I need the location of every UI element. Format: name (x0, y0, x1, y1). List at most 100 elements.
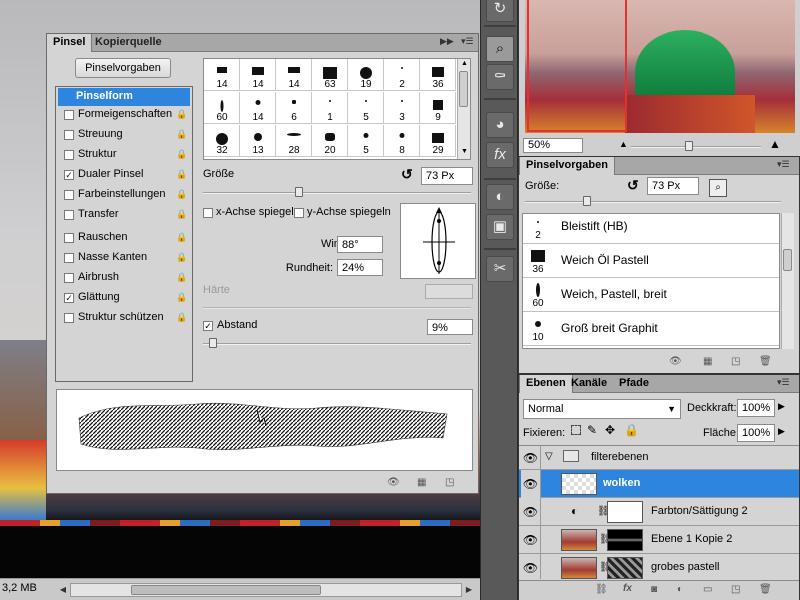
new-layer-icon[interactable]: ◳ (731, 584, 740, 595)
layer-farbton-saettigung[interactable]: 👁 ◐ ⛓ Farbton/Sättigung 2 (519, 498, 799, 526)
fill-input[interactable]: 100% (737, 424, 775, 442)
lock-icon[interactable]: 🔒 (176, 272, 187, 283)
zoom-slider[interactable] (631, 146, 761, 148)
reset-size-icon[interactable]: ↺ (401, 166, 413, 183)
scroll-right-arrow-icon[interactable]: ▶ (464, 584, 474, 596)
navigator-view-frame[interactable] (527, 0, 627, 132)
category-checkbox[interactable] (64, 233, 74, 243)
visibility-eye-icon[interactable]: 👁 (521, 498, 541, 526)
brush-category-item[interactable]: ✓ Dualer Pinsel 🔒 (58, 166, 190, 184)
brush-tip-cell[interactable]: 14 (240, 92, 276, 124)
tool-presets-icon[interactable]: ✂ (486, 256, 514, 282)
presets-scrollbar[interactable] (781, 213, 794, 349)
brush-category-item[interactable]: Airbrush 🔒 (58, 269, 190, 287)
brush-preset-item[interactable]: 60 Weich, Pastell, breit (523, 278, 779, 312)
category-checkbox[interactable] (64, 210, 74, 220)
category-checkbox[interactable] (64, 150, 74, 160)
presets-scroll-thumb[interactable] (783, 249, 792, 271)
group-expand-chevron-icon[interactable]: ▽ (545, 451, 553, 462)
brush-preset-item[interactable]: 10 Groß breit Graphit (523, 312, 779, 346)
lock-icon[interactable]: 🔒 (176, 189, 187, 200)
collapse-arrows-icon[interactable]: ▶▶ (440, 36, 454, 47)
category-checkbox[interactable] (64, 130, 74, 140)
lock-icon[interactable]: 🔒 (176, 129, 187, 140)
size-slider-knob[interactable] (295, 187, 303, 197)
opacity-arrow-icon[interactable]: ▶ (778, 401, 785, 412)
lock-transparency-icon[interactable] (571, 425, 581, 435)
category-checkbox[interactable]: ✓ (64, 293, 74, 303)
brush-tip-cell[interactable]: 20 (312, 125, 348, 157)
brush-tip-cell[interactable]: 14 (276, 59, 312, 91)
grid-toggle-icon[interactable]: ▦ (703, 356, 712, 367)
brush-tip-cell[interactable]: 8 (384, 125, 420, 157)
brush-tip-cell[interactable]: 14 (204, 59, 240, 91)
size-input[interactable]: 73 Px (421, 167, 473, 185)
reset-size-icon[interactable]: ↺ (627, 177, 639, 194)
category-checkbox[interactable] (64, 313, 74, 323)
panel-menu-icon[interactable]: ▾☰ (461, 36, 474, 47)
lock-icon[interactable]: 🔒 (176, 312, 187, 323)
brush-category-item[interactable]: Formeigenschaften 🔒 (58, 106, 190, 124)
grid-toggle-icon[interactable]: ▦ (417, 477, 426, 488)
panel-menu-icon[interactable]: ▾☰ (777, 377, 790, 388)
brush-tip-cell[interactable]: 9 (420, 92, 456, 124)
link-layers-icon[interactable]: ⛓ (595, 584, 608, 595)
tab-kanaele[interactable]: Kanäle (565, 375, 613, 393)
category-checkbox[interactable] (64, 110, 74, 120)
horizontal-scrollbar-thumb[interactable] (131, 585, 321, 595)
lock-icon[interactable]: 🔒 (176, 232, 187, 243)
horizontal-scrollbar[interactable] (70, 583, 462, 597)
scroll-up-arrow-icon[interactable]: ▲ (461, 60, 468, 67)
brush-angle-preview[interactable] (400, 203, 476, 279)
lock-icon[interactable]: 🔒 (176, 209, 187, 220)
brush-tip-grid[interactable]: 14 14 14 63 19 2 36 60 14 6 1 5 3 9 32 13 28 20 5 8 29 ▲ ▼ (203, 58, 471, 160)
angle-input[interactable]: 88° (337, 236, 383, 253)
category-checkbox[interactable] (64, 190, 74, 200)
visibility-eye-icon[interactable]: 👁 (521, 470, 541, 498)
add-mask-icon[interactable]: ◙ (651, 584, 657, 595)
panel-menu-icon[interactable]: ▾☰ (777, 159, 790, 170)
layer-grobes-pastell[interactable]: 👁 ⛓ grobes pastell (519, 554, 799, 579)
zoom-slider-knob[interactable] (685, 141, 693, 151)
clone-source-icon[interactable]: ⚰ (486, 64, 514, 90)
lock-all-icon[interactable]: 🔒 (624, 423, 639, 437)
preset-size-input[interactable]: 73 Px (647, 177, 699, 195)
tab-pfade[interactable]: Pfade (613, 375, 655, 393)
brush-tip-cell[interactable]: 32 (204, 125, 240, 157)
fx-icon[interactable]: fx (623, 583, 632, 594)
new-preset-icon[interactable]: ◳ (731, 356, 740, 367)
brush-category-item[interactable]: Struktur schützen 🔒 (58, 309, 190, 327)
roundness-input[interactable]: 24% (337, 259, 383, 276)
lock-icon[interactable]: 🔒 (176, 149, 187, 160)
brush-panel-icon[interactable]: ⌕ (486, 36, 514, 62)
new-preset-icon[interactable]: ◳ (445, 477, 454, 488)
spacing-slider[interactable] (203, 343, 471, 345)
new-brush-icon[interactable]: ⌕ (709, 179, 727, 197)
history-icon[interactable]: ↻ (486, 0, 514, 22)
brush-tip-cell[interactable]: 3 (384, 92, 420, 124)
scroll-down-arrow-icon[interactable]: ▼ (461, 148, 468, 155)
lock-pixels-icon[interactable]: ✎ (587, 423, 597, 437)
brush-preset-item[interactable]: 36 Weich Öl Pastell (523, 244, 779, 278)
masks-icon[interactable]: ▣ (486, 214, 514, 240)
flip-y-checkbox[interactable] (294, 208, 304, 218)
zoom-out-icon[interactable]: ▲ (619, 139, 628, 149)
adjustment-layer-icon[interactable]: ◐ (677, 584, 683, 595)
spacing-slider-knob[interactable] (209, 338, 217, 348)
brush-category-item[interactable]: Pinselform (58, 88, 190, 106)
visibility-eye-icon[interactable]: 👁 (521, 446, 541, 470)
brush-tip-cell[interactable]: 1 (312, 92, 348, 124)
brush-grid-scroll-thumb[interactable] (459, 71, 468, 107)
brush-tip-cell[interactable]: 2 (384, 59, 420, 91)
lock-position-icon[interactable]: ✥ (605, 423, 615, 437)
zoom-in-icon[interactable]: ▲ (769, 137, 781, 151)
category-checkbox[interactable] (64, 273, 74, 283)
brush-tip-cell[interactable]: 5 (348, 92, 384, 124)
brush-grid-scrollbar[interactable]: ▲ ▼ (457, 59, 470, 159)
layer-ebene-1-kopie-2[interactable]: 👁 ⛓ Ebene 1 Kopie 2 (519, 526, 799, 554)
lock-icon[interactable]: 🔒 (176, 292, 187, 303)
flip-x-checkbox[interactable] (203, 208, 213, 218)
visibility-eye-icon[interactable]: 👁 (521, 554, 541, 579)
fx-icon[interactable]: fx (486, 142, 514, 168)
brush-category-item[interactable]: Streuung 🔒 (58, 126, 190, 144)
